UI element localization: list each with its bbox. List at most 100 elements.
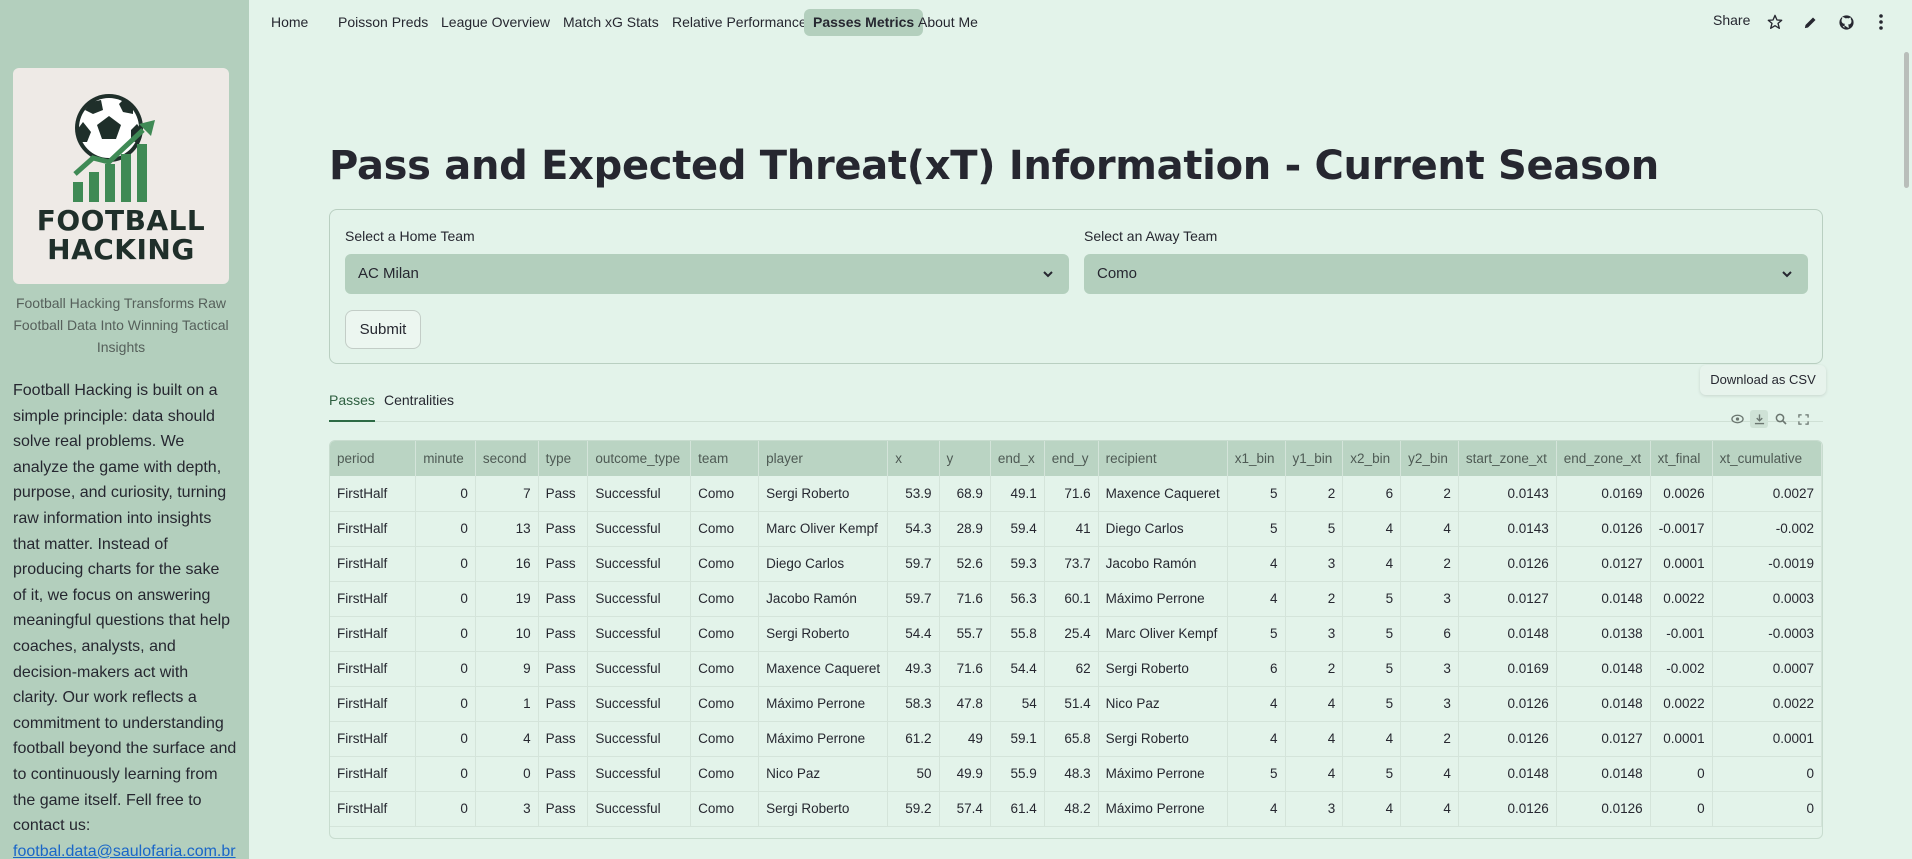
table-cell[interactable]: 0.0001 [1650, 721, 1713, 757]
table-cell[interactable]: FirstHalf [330, 511, 417, 547]
table-cell[interactable]: -0.0017 [1650, 511, 1713, 547]
table-cell[interactable]: 0.0143 [1458, 476, 1557, 512]
table-cell[interactable]: 0 [415, 651, 476, 687]
table-cell[interactable]: 0 [415, 616, 476, 652]
table-cell[interactable]: Successful [587, 651, 692, 687]
column-header-xt-final[interactable]: xt_final [1650, 441, 1713, 476]
table-cell[interactable]: 0.0001 [1712, 721, 1822, 757]
table-row[interactable]: FirstHalf 0 0 Pass Successful Como Nico Paz 50 4… [330, 756, 1822, 792]
column-header-x1-bin[interactable]: x1_bin [1227, 441, 1286, 476]
table-cell[interactable]: 0.0169 [1556, 476, 1651, 512]
table-cell[interactable]: Como [690, 616, 760, 652]
table-cell[interactable]: 60.1 [1044, 581, 1099, 617]
table-cell[interactable]: 2 [1285, 581, 1344, 617]
table-row[interactable]: FirstHalf 0 9 Pass Successful Como Maxence Caq… [330, 651, 1822, 687]
table-cell[interactable]: FirstHalf [330, 476, 417, 512]
search-icon[interactable] [1772, 410, 1790, 428]
table-cell[interactable]: 0 [415, 756, 476, 792]
table-cell[interactable]: 50 [887, 756, 940, 792]
table-cell[interactable]: Successful [587, 791, 692, 827]
column-header-player[interactable]: player [758, 441, 889, 476]
tab-passes[interactable]: Passes [329, 392, 375, 422]
table-cell[interactable]: 0.0148 [1458, 616, 1557, 652]
table-cell[interactable]: 57.4 [939, 791, 991, 827]
table-cell[interactable]: 2 [1400, 476, 1459, 512]
table-cell[interactable]: Sergi Roberto [1098, 721, 1228, 757]
table-cell[interactable]: FirstHalf [330, 686, 417, 722]
table-cell[interactable]: 4 [1342, 791, 1402, 827]
table-cell[interactable]: 3 [1285, 546, 1344, 582]
table-cell[interactable]: 0.0022 [1650, 686, 1713, 722]
table-cell[interactable]: 2 [1285, 476, 1344, 512]
table-cell[interactable]: 0.0126 [1556, 511, 1651, 547]
table-cell[interactable]: 0 [415, 791, 476, 827]
table-cell[interactable]: 3 [1285, 791, 1344, 827]
table-cell[interactable]: 19 [475, 581, 539, 617]
table-cell[interactable]: Como [690, 651, 760, 687]
table-cell[interactable]: 0.0007 [1712, 651, 1822, 687]
table-cell[interactable]: -0.0019 [1712, 546, 1822, 582]
table-cell[interactable]: Sergi Roberto [758, 476, 889, 512]
table-cell[interactable]: FirstHalf [330, 721, 417, 757]
table-cell[interactable]: Jacobo Ramón [758, 581, 889, 617]
table-cell[interactable]: 7 [475, 476, 539, 512]
column-header-end-x[interactable]: end_x [990, 441, 1045, 476]
table-cell[interactable]: 5 [1227, 756, 1286, 792]
table-row[interactable]: FirstHalf 0 3 Pass Successful Como Sergi Rober… [330, 791, 1822, 827]
table-cell[interactable]: Pass [538, 791, 589, 827]
table-cell[interactable]: 0.0148 [1458, 756, 1557, 792]
table-cell[interactable]: 59.4 [990, 511, 1045, 547]
table-cell[interactable]: 0.0126 [1458, 791, 1557, 827]
table-cell[interactable]: 4 [1400, 791, 1459, 827]
table-cell[interactable]: 4 [1227, 686, 1286, 722]
home-team-select[interactable]: AC Milan [345, 254, 1069, 294]
table-cell[interactable]: FirstHalf [330, 651, 417, 687]
table-cell[interactable]: FirstHalf [330, 581, 417, 617]
table-cell[interactable]: Successful [587, 756, 692, 792]
table-cell[interactable]: 10 [475, 616, 539, 652]
table-cell[interactable]: Jacobo Ramón [1098, 546, 1228, 582]
column-header-outcome-type[interactable]: outcome_type [587, 441, 692, 476]
table-cell[interactable]: 0.0148 [1556, 581, 1651, 617]
table-cell[interactable]: 0.0001 [1650, 546, 1713, 582]
table-cell[interactable]: Pass [538, 756, 589, 792]
table-cell[interactable]: Sergi Roberto [758, 791, 889, 827]
table-cell[interactable]: -0.002 [1650, 651, 1713, 687]
table-cell[interactable]: FirstHalf [330, 791, 417, 827]
column-header-period[interactable]: period [330, 441, 417, 476]
table-cell[interactable]: Como [690, 476, 760, 512]
table-cell[interactable]: Pass [538, 476, 589, 512]
table-cell[interactable]: Máximo Perrone [1098, 791, 1228, 827]
table-cell[interactable]: 4 [1342, 546, 1402, 582]
table-cell[interactable]: 0.0126 [1458, 546, 1557, 582]
table-cell[interactable]: Nico Paz [758, 756, 889, 792]
table-cell[interactable]: 0 [415, 476, 476, 512]
table-cell[interactable]: Pass [538, 546, 589, 582]
table-cell[interactable]: 5 [1285, 511, 1344, 547]
table-row[interactable]: FirstHalf 0 13 Pass Successful Como Marc Olive… [330, 511, 1822, 547]
table-cell[interactable]: 0 [415, 546, 476, 582]
nav-passes-metrics[interactable]: Passes Metrics [804, 9, 924, 36]
table-cell[interactable]: 4 [1227, 791, 1286, 827]
nav-relative-performance[interactable]: Relative Performance [663, 9, 816, 36]
column-header-x2-bin[interactable]: x2_bin [1342, 441, 1402, 476]
table-cell[interactable]: Como [690, 756, 760, 792]
table-cell[interactable]: 0 [415, 686, 476, 722]
table-cell[interactable]: 0 [1650, 756, 1713, 792]
table-cell[interactable]: Maxence Caqueret [758, 651, 889, 687]
table-cell[interactable]: 2 [1400, 721, 1459, 757]
table-cell[interactable]: Successful [587, 616, 692, 652]
table-cell[interactable]: 4 [475, 721, 539, 757]
table-cell[interactable]: Successful [587, 686, 692, 722]
table-cell[interactable]: 4 [1342, 721, 1402, 757]
table-cell[interactable]: 61.4 [990, 791, 1045, 827]
submit-button[interactable]: Submit [345, 310, 421, 349]
table-cell[interactable]: Sergi Roberto [1098, 651, 1228, 687]
table-cell[interactable]: 65.8 [1044, 721, 1099, 757]
table-cell[interactable]: 73.7 [1044, 546, 1099, 582]
column-header-y[interactable]: y [939, 441, 991, 476]
table-cell[interactable]: Successful [587, 476, 692, 512]
table-cell[interactable]: 0 [1650, 791, 1713, 827]
table-cell[interactable]: 0.0126 [1556, 791, 1651, 827]
table-cell[interactable]: Pass [538, 651, 589, 687]
